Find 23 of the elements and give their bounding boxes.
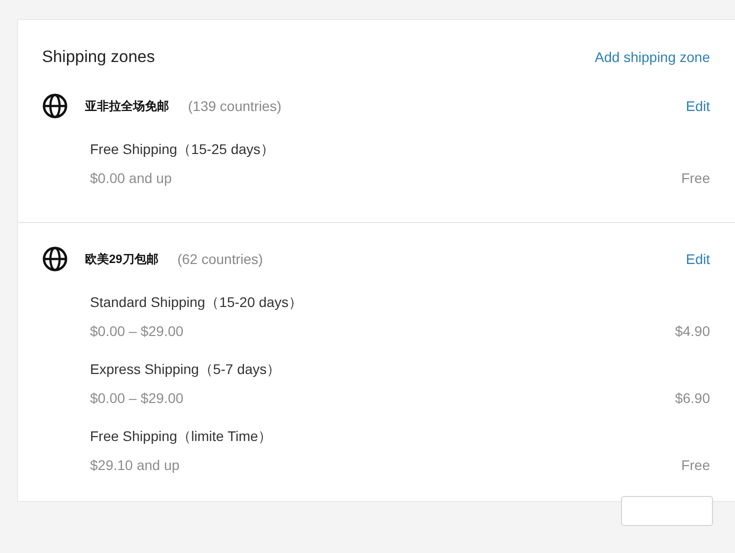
price-range: $0.00 and up (90, 169, 172, 188)
rate-price: $6.90 (674, 389, 710, 408)
rate-price: Free (681, 169, 710, 188)
zone-name: 欧美29刀包邮 (85, 250, 158, 268)
globe-icon (42, 93, 68, 119)
zone-name: 亚非拉全场免邮 (85, 98, 169, 114)
rate-name: Standard Shipping（15-20 days） (90, 293, 304, 312)
edit-link[interactable]: Edit (686, 98, 710, 114)
price-range: $29.10 and up (90, 456, 180, 475)
section-title: Shipping zones (42, 48, 155, 66)
rate-name: Express Shipping（5-7 days） (90, 360, 282, 379)
country-count: (139 countries) (188, 98, 282, 114)
rate-name: Free Shipping（limite Time） (90, 427, 274, 446)
rate-price: $4.90 (674, 322, 710, 341)
price-range: $0.00 – $29.00 (90, 322, 184, 341)
add-zone-link[interactable]: Add shipping zone (594, 49, 710, 65)
button[interactable] (621, 496, 713, 526)
edit-link[interactable]: Edit (686, 251, 710, 267)
country-count: (62 countries) (177, 251, 263, 267)
globe-icon (42, 246, 68, 272)
price-range: $0.00 – $29.00 (90, 389, 184, 408)
rate-price: Free (681, 456, 710, 475)
rate-name: Free Shipping（15-25 days） (90, 140, 276, 159)
